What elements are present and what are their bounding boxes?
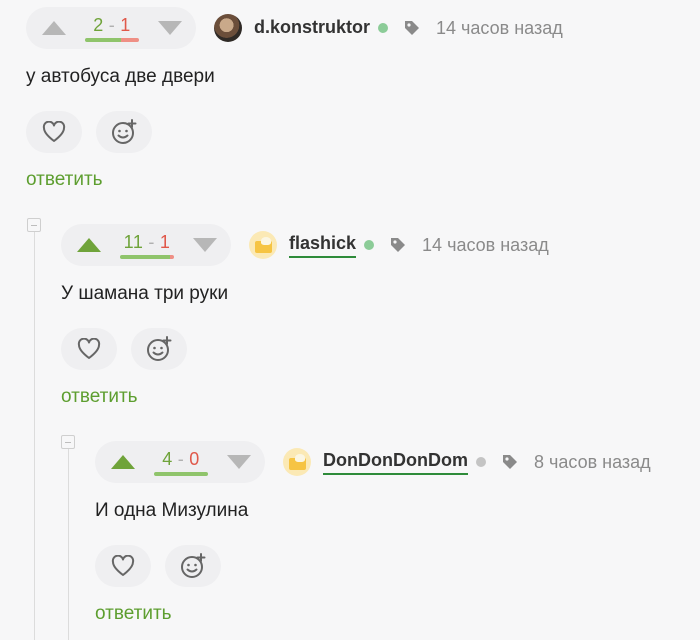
minus-count: 1: [159, 231, 171, 252]
comment-header: 11-1 flashick 14 часов назад: [61, 224, 549, 266]
reply-link[interactable]: ответить: [61, 386, 138, 408]
comment-3: 4-0 DonDonDonDom 8 часов назад И одна Ми…: [95, 441, 695, 631]
timestamp[interactable]: 14 часов назад: [422, 235, 549, 256]
score-separator: -: [148, 231, 155, 252]
tag-icon[interactable]: [404, 20, 420, 36]
minus-count: 0: [189, 448, 200, 469]
tag-icon[interactable]: [390, 237, 406, 253]
collapse-toggle-2[interactable]: [61, 435, 75, 449]
arrow-down-icon[interactable]: [227, 455, 251, 469]
arrow-up-icon[interactable]: [77, 238, 101, 252]
timestamp[interactable]: 14 часов назад: [436, 18, 563, 39]
arrow-up-icon[interactable]: [42, 21, 66, 35]
comment-2: 11-1 flashick 14 часов назад У шамана тр…: [61, 224, 691, 414]
like-button[interactable]: [95, 545, 151, 587]
comment-1: 2-1 d.konstruktor 14 часов назад у автоб…: [26, 7, 686, 197]
reply-link[interactable]: ответить: [95, 603, 172, 625]
heart-icon: [42, 121, 66, 142]
plus-count: 2: [93, 14, 104, 35]
like-button[interactable]: [61, 328, 117, 370]
emoji-add-icon: [181, 553, 206, 578]
rating-widget: 2-1: [26, 7, 196, 49]
avatar[interactable]: [283, 448, 311, 476]
comment-header: 2-1 d.konstruktor 14 часов назад: [26, 7, 563, 49]
comment-actions: [61, 328, 187, 370]
like-button[interactable]: [26, 111, 82, 153]
emoji-add-icon: [147, 336, 172, 361]
comment-thread: 2-1 d.konstruktor 14 часов назад у автоб…: [0, 0, 700, 640]
username[interactable]: DonDonDonDom: [323, 450, 468, 475]
thread-line-level-2: [68, 449, 69, 640]
online-status-dot: [378, 23, 389, 33]
heart-icon: [111, 555, 135, 576]
online-status-dot: [364, 240, 375, 250]
comment-text: И одна Мизулина: [95, 500, 249, 521]
score: 2-1: [93, 15, 131, 35]
offline-status-dot: [475, 457, 486, 467]
score-block: 4-0: [154, 449, 208, 476]
arrow-down-icon[interactable]: [158, 21, 182, 35]
minus-count: 1: [120, 14, 131, 35]
add-reaction-button[interactable]: [96, 111, 152, 153]
plus-count: 11: [123, 231, 144, 252]
arrow-down-icon[interactable]: [193, 238, 217, 252]
plus-count: 4: [162, 448, 173, 469]
comment-text: У шамана три руки: [61, 283, 229, 304]
timestamp[interactable]: 8 часов назад: [534, 452, 651, 473]
score: 4-0: [162, 449, 200, 469]
emoji-add-icon: [112, 119, 137, 144]
comment-actions: [95, 545, 221, 587]
collapse-toggle-1[interactable]: [27, 218, 41, 232]
tag-icon[interactable]: [502, 454, 518, 470]
rating-widget: 11-1: [61, 224, 231, 266]
ratio-bar: [85, 37, 139, 42]
score-block: 11-1: [120, 232, 174, 259]
comment-text: у автобуса две двери: [26, 66, 215, 87]
comment-header: 4-0 DonDonDonDom 8 часов назад: [95, 441, 651, 483]
username[interactable]: flashick: [289, 233, 357, 258]
score-block: 2-1: [85, 15, 139, 42]
add-reaction-button[interactable]: [165, 545, 221, 587]
ratio-bar: [154, 471, 208, 476]
avatar[interactable]: [249, 231, 277, 259]
heart-icon: [77, 338, 101, 359]
reply-link[interactable]: ответить: [26, 169, 103, 191]
avatar[interactable]: [214, 14, 242, 42]
comment-actions: [26, 111, 152, 153]
score: 11-1: [124, 232, 171, 252]
score-separator: -: [177, 448, 185, 469]
score-separator: -: [108, 14, 116, 35]
arrow-up-icon[interactable]: [111, 455, 135, 469]
thread-line-level-1: [34, 232, 35, 640]
ratio-bar: [120, 254, 174, 259]
add-reaction-button[interactable]: [131, 328, 187, 370]
username[interactable]: d.konstruktor: [254, 17, 370, 40]
rating-widget: 4-0: [95, 441, 265, 483]
